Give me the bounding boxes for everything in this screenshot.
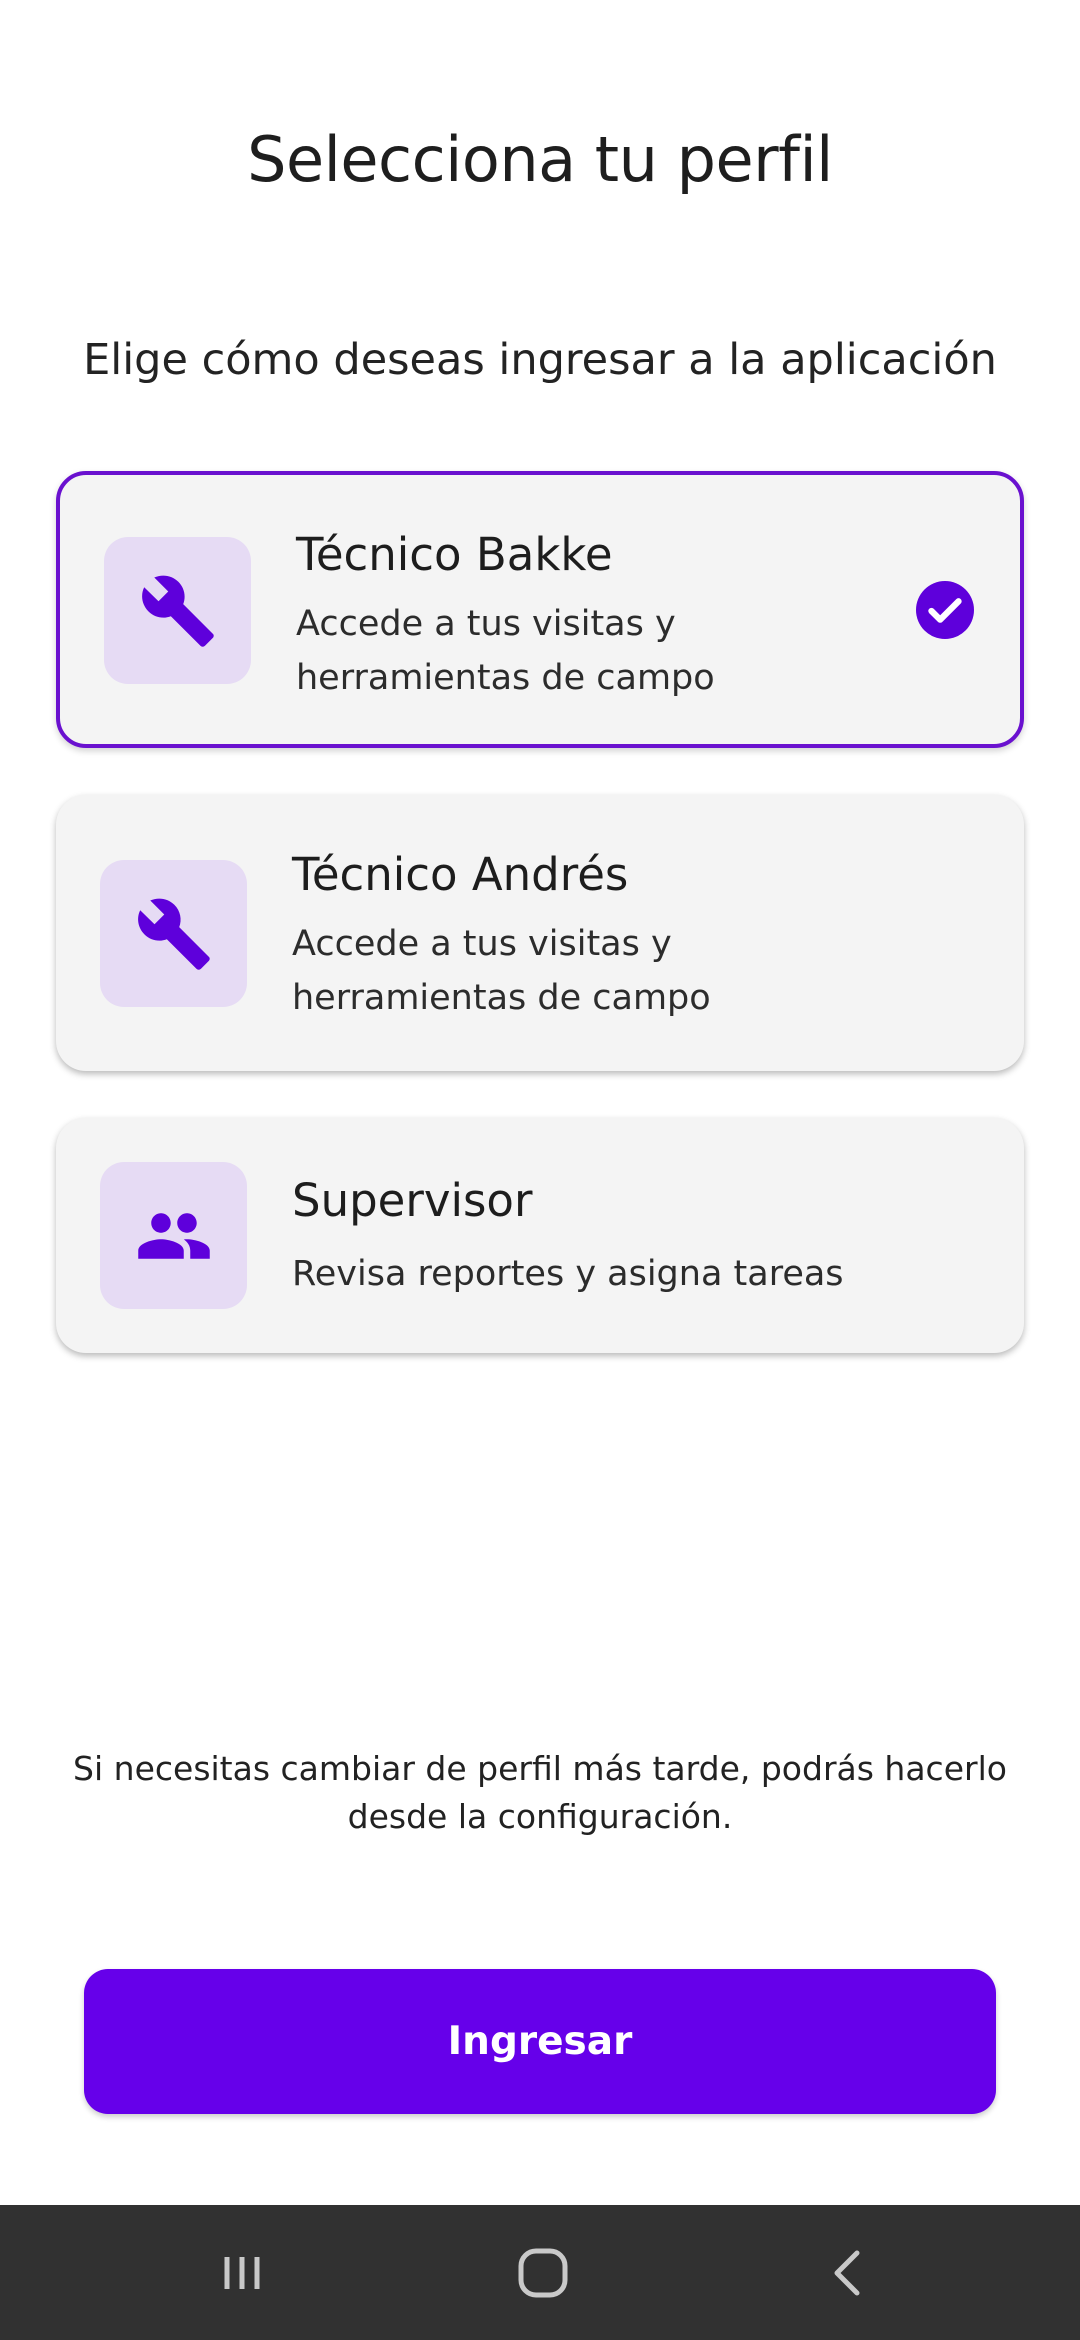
page-subtitle: Elige cómo deseas ingresar a la aplicaci… — [83, 335, 997, 385]
profile-card-tecnico-bakke[interactable]: Técnico Bakke Accede a tus visitas y her… — [56, 471, 1024, 748]
profile-title: Técnico Bakke — [296, 528, 613, 581]
back-icon — [834, 2250, 860, 2295]
back-button[interactable] — [747, 2205, 947, 2340]
group-icon — [137, 1212, 210, 1259]
page-title: Selecciona tu perfil — [247, 123, 833, 196]
profile-title: Supervisor — [292, 1174, 533, 1227]
home-button[interactable] — [443, 2205, 643, 2340]
wrench-icon — [137, 898, 210, 970]
profile-description: Accede a tus visitas y herramientas de c… — [292, 924, 711, 1018]
system-navigation-bar — [0, 2205, 1080, 2340]
profile-card-supervisor[interactable]: Supervisor Revisa reportes y asigna tare… — [56, 1118, 1024, 1353]
recent-apps-icon — [224, 2256, 260, 2289]
profile-icon-box — [104, 537, 251, 684]
profile-icon-box — [100, 1162, 247, 1309]
profile-icon-box — [100, 860, 247, 1007]
profile-description: Accede a tus visitas y herramientas de c… — [296, 604, 715, 698]
profile-title: Técnico Andrés — [292, 848, 629, 901]
profile-card-tecnico-andres[interactable]: Técnico Andrés Accede a tus visitas y he… — [56, 795, 1024, 1071]
home-icon — [518, 2248, 568, 2297]
wrench-icon — [141, 575, 214, 647]
profile-change-note: Si necesitas cambiar de perfil más tarde… — [73, 1749, 1007, 1836]
recent-apps-button[interactable] — [142, 2205, 342, 2340]
profile-description: Revisa reportes y asigna tareas — [292, 1254, 844, 1294]
check-circle-icon — [916, 581, 974, 639]
ingresar-button[interactable]: Ingresar — [84, 1969, 996, 2114]
